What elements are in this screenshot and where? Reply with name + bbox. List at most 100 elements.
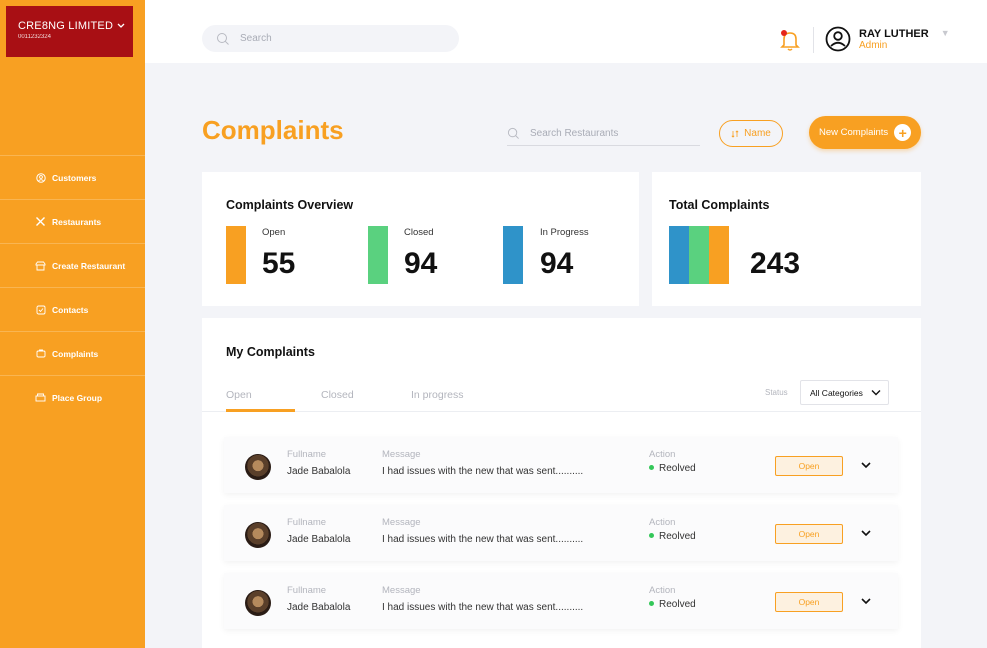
in-progress-stat-label: In Progress	[540, 227, 589, 238]
resolved-dot-icon	[649, 532, 654, 538]
fullname-value: Jade Babalola	[287, 602, 351, 613]
total-value: 243	[750, 247, 801, 280]
user-role: Admin	[859, 39, 888, 51]
name-filter-label: Name	[744, 128, 771, 139]
fullname-value: Jade Babalola	[287, 534, 351, 545]
action-header: Action	[649, 585, 676, 596]
header-divider	[813, 27, 814, 53]
sidebar-item-contacts[interactable]: Contacts	[0, 287, 145, 331]
message-header: Message	[382, 585, 421, 596]
total-bar-open	[709, 226, 729, 284]
overview-title: Complaints Overview	[226, 198, 354, 212]
action-header: Action	[649, 449, 676, 460]
open-stat-value: 55	[262, 247, 296, 280]
complaint-row[interactable]: Fullname Jade Babalola Message I had iss…	[224, 505, 898, 561]
resolved-dot-icon	[649, 464, 654, 470]
in-progress-stat-bar	[503, 226, 523, 284]
action-value: Reolved	[649, 463, 696, 474]
message-value: I had issues with the new that was sent.…	[382, 602, 584, 613]
message-header: Message	[382, 517, 421, 528]
complaint-row[interactable]: Fullname Jade Babalola Message I had iss…	[224, 573, 898, 629]
complaints-icon	[35, 348, 46, 359]
plus-icon: +	[894, 124, 912, 141]
fullname-header: Fullname	[287, 517, 327, 528]
sidebar: CRE8NG LIMITED 0011232324 Customers Rest…	[0, 0, 145, 648]
caret-down-icon: ▼	[940, 28, 950, 38]
action-header: Action	[649, 517, 676, 528]
open-stat-bar	[226, 226, 246, 284]
tab-closed[interactable]: Closed	[321, 389, 354, 401]
total-title: Total Complaints	[669, 198, 770, 212]
action-value: Reolved	[649, 531, 696, 542]
top-header: Search RAY LUTHER Admin ▼	[145, 0, 987, 63]
avatar	[245, 590, 271, 616]
sidebar-item-customers[interactable]: Customers	[0, 155, 145, 199]
page-title: Complaints	[202, 115, 344, 145]
complaint-row[interactable]: Fullname Jade Babalola Message I had iss…	[224, 437, 898, 493]
open-stat-label: Open	[262, 227, 286, 238]
total-bar-closed	[689, 226, 709, 284]
contacts-icon	[35, 304, 46, 315]
fullname-value: Jade Babalola	[287, 466, 351, 477]
status-select-value: All Categories	[810, 387, 863, 398]
status-badge[interactable]: Open	[775, 524, 843, 544]
name-filter-button[interactable]: Name	[719, 120, 783, 147]
sidebar-item-label: Complaints	[52, 348, 99, 359]
new-complaint-label: New Complaints	[819, 127, 889, 138]
search-input[interactable]: Search	[202, 25, 459, 52]
chevron-down-icon	[871, 390, 881, 396]
user-circle-icon	[35, 172, 46, 183]
message-value: I had issues with the new that was sent.…	[382, 534, 584, 545]
in-progress-stat-value: 94	[540, 247, 574, 280]
org-name: CRE8NG LIMITED	[18, 20, 114, 32]
tab-in-progress[interactable]: In progress	[411, 389, 464, 401]
status-badge[interactable]: Open	[775, 592, 843, 612]
status-select[interactable]: All Categories	[800, 380, 889, 405]
message-value: I had issues with the new that was sent.…	[382, 466, 584, 477]
sidebar-item-label: Contacts	[52, 304, 89, 315]
sidebar-item-label: Place Group	[52, 392, 103, 403]
sidebar-nav: Customers Restaurants Create Restaurant …	[0, 155, 145, 419]
restaurant-search-input[interactable]: Search Restaurants	[507, 122, 700, 146]
chevron-down-icon[interactable]	[860, 459, 872, 471]
total-complaints-card: Total Complaints 243	[652, 172, 921, 306]
resolved-dot-icon	[649, 600, 654, 606]
bell-icon[interactable]	[779, 28, 801, 52]
chevron-down-icon[interactable]	[860, 527, 872, 539]
closed-stat-label: Closed	[404, 227, 434, 238]
sidebar-item-complaints[interactable]: Complaints	[0, 331, 145, 375]
sidebar-item-label: Restaurants	[52, 216, 102, 227]
search-placeholder: Search	[240, 33, 272, 44]
tab-open[interactable]: Open	[226, 389, 252, 401]
closed-stat-value: 94	[404, 247, 438, 280]
total-bar-in-progress	[669, 226, 689, 284]
avatar-icon	[825, 26, 851, 52]
org-code: 0011232324	[18, 34, 51, 40]
action-value: Reolved	[649, 599, 696, 610]
sidebar-item-place-group[interactable]: Place Group	[0, 375, 145, 419]
sidebar-item-label: Create Restaurant	[52, 260, 126, 271]
new-complaint-button[interactable]: New Complaints +	[809, 116, 921, 149]
message-header: Message	[382, 449, 421, 460]
status-badge[interactable]: Open	[775, 456, 843, 476]
chevron-down-icon[interactable]	[860, 595, 872, 607]
tabs-divider	[202, 411, 921, 412]
utensils-icon	[35, 216, 46, 227]
fullname-header: Fullname	[287, 449, 327, 460]
avatar	[245, 522, 271, 548]
search-icon	[507, 127, 519, 139]
complaints-overview-card: Complaints Overview Open 55 Closed 94 In…	[202, 172, 639, 306]
chevron-down-icon	[117, 23, 125, 28]
user-menu[interactable]: RAY LUTHER Admin ▼	[825, 26, 950, 52]
search-icon	[217, 32, 229, 45]
closed-stat-bar	[368, 226, 388, 284]
org-switcher[interactable]: CRE8NG LIMITED 0011232324	[6, 6, 133, 57]
restaurant-search-placeholder: Search Restaurants	[530, 128, 619, 139]
sidebar-item-create-restaurant[interactable]: Create Restaurant	[0, 243, 145, 287]
sort-icon	[731, 129, 739, 138]
active-tab-indicator	[226, 409, 295, 412]
fullname-header: Fullname	[287, 585, 327, 596]
group-icon	[35, 392, 46, 403]
sidebar-item-restaurants[interactable]: Restaurants	[0, 199, 145, 243]
store-add-icon	[35, 260, 46, 271]
